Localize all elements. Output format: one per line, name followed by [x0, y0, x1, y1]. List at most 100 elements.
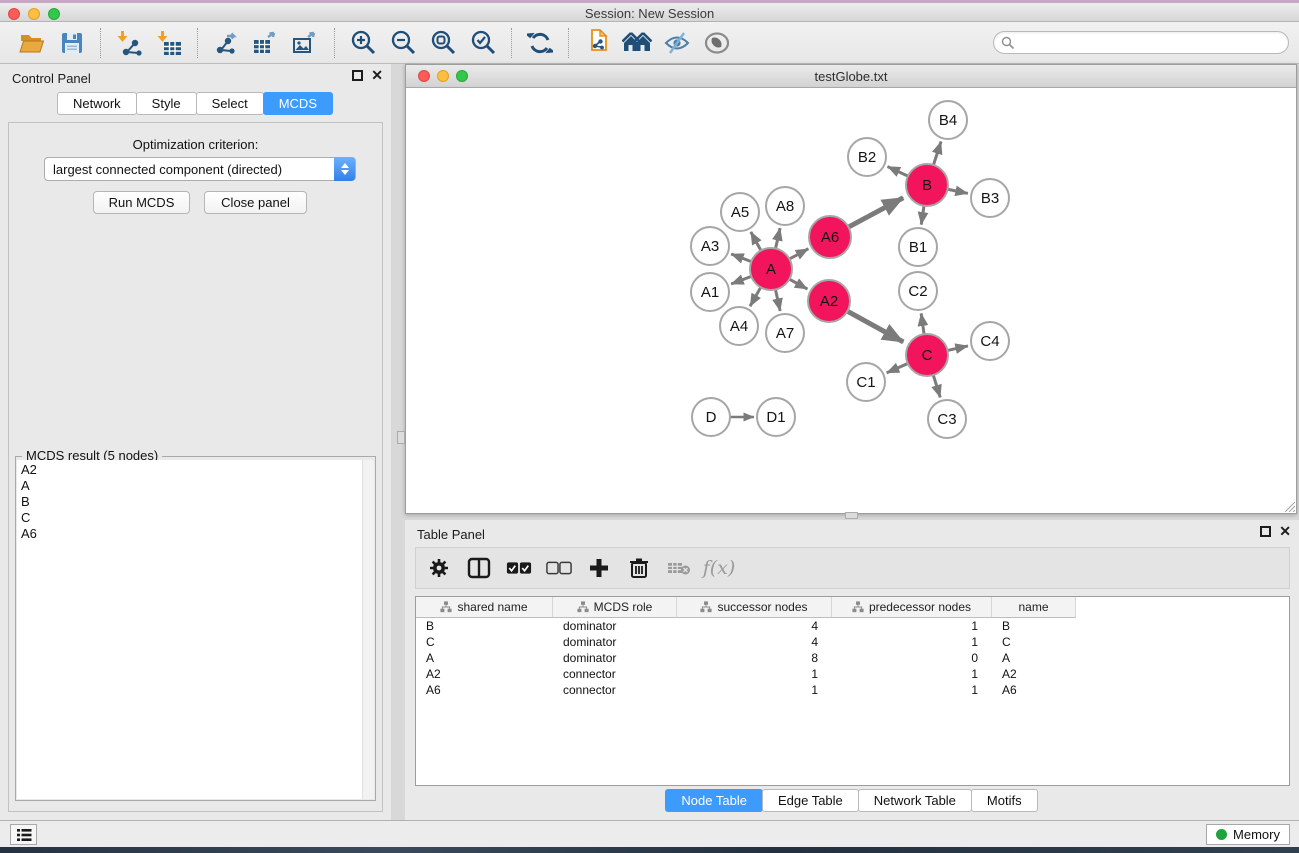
table-cell[interactable]: 1 [832, 682, 992, 698]
table-cell[interactable]: 4 [677, 634, 832, 650]
graph-edge-C-C1[interactable] [887, 363, 908, 372]
settings-gear-icon[interactable] [426, 555, 452, 581]
graph-edge-A-A6[interactable] [789, 249, 808, 259]
table-cell[interactable]: C [416, 634, 553, 650]
table-cell[interactable]: connector [553, 666, 677, 682]
toggle-column-view-icon[interactable] [466, 555, 492, 581]
import-network-icon[interactable] [114, 28, 144, 58]
save-session-icon[interactable] [57, 28, 87, 58]
column-header-successor-nodes[interactable]: successor nodes [677, 597, 832, 618]
table-cell[interactable]: A2 [416, 666, 553, 682]
export-image-icon[interactable] [291, 28, 321, 58]
graph-edge-A-A4[interactable] [750, 287, 761, 306]
result-list-scrollbar[interactable] [362, 460, 374, 799]
zoom-selected-icon[interactable] [468, 28, 498, 58]
table-row[interactable]: A6connector11A6 [416, 682, 1289, 698]
delete-columns-icon[interactable] [626, 555, 652, 581]
add-column-icon[interactable] [586, 555, 612, 581]
refresh-view-icon[interactable] [525, 28, 555, 58]
graph-edge-A6-B[interactable] [849, 198, 904, 227]
graph-edge-A-A8[interactable] [776, 228, 781, 248]
table-row[interactable]: A2connector11A2 [416, 666, 1289, 682]
graph-edge-C-C2[interactable] [921, 313, 924, 334]
float-panel-icon[interactable] [352, 70, 363, 81]
table-cell[interactable]: 1 [832, 634, 992, 650]
tab-edge-table[interactable]: Edge Table [762, 789, 859, 812]
table-cell[interactable]: A2 [992, 666, 1076, 682]
select-all-checkboxes-icon[interactable] [506, 555, 532, 581]
graph-edge-A-A2[interactable] [789, 279, 807, 289]
result-item[interactable]: B [21, 494, 362, 510]
graph-edge-C-C4[interactable] [947, 346, 967, 351]
graph-edge-A-A5[interactable] [751, 232, 761, 251]
graph-edge-C-C3[interactable] [933, 375, 940, 397]
network-window-titlebar[interactable]: testGlobe.txt [406, 65, 1296, 88]
table-cell[interactable]: 0 [832, 650, 992, 666]
float-table-panel-icon[interactable] [1260, 526, 1271, 537]
table-cell[interactable]: A6 [416, 682, 553, 698]
column-header-name[interactable]: name [992, 597, 1076, 618]
table-row[interactable]: Bdominator41B [416, 618, 1289, 634]
export-table-icon[interactable] [251, 28, 281, 58]
graph-edge-A2-C[interactable] [847, 311, 903, 342]
vertical-split-handle[interactable] [397, 431, 405, 444]
column-header-predecessor-nodes[interactable]: predecessor nodes [832, 597, 992, 618]
table-cell[interactable]: A [416, 650, 553, 666]
open-file-icon[interactable] [17, 28, 47, 58]
graph-edge-B-B2[interactable] [887, 167, 907, 177]
tab-style[interactable]: Style [136, 92, 197, 115]
result-item[interactable]: A6 [21, 526, 362, 542]
home-browser-icon[interactable] [622, 28, 652, 58]
table-cell[interactable]: 4 [677, 618, 832, 634]
graph-edge-A-A1[interactable] [731, 276, 751, 284]
column-header-shared-name[interactable]: shared name [416, 597, 553, 618]
column-header-MCDS-role[interactable]: MCDS role [553, 597, 677, 618]
tab-network-table[interactable]: Network Table [858, 789, 972, 812]
table-row[interactable]: Adominator80A [416, 650, 1289, 666]
resize-grip-icon[interactable] [1282, 499, 1295, 512]
table-cell[interactable]: B [416, 618, 553, 634]
horizontal-split-handle[interactable] [845, 512, 858, 519]
table-cell[interactable]: 8 [677, 650, 832, 666]
tab-motifs[interactable]: Motifs [971, 789, 1038, 812]
search-input[interactable] [1015, 36, 1288, 50]
graph-edge-B-B4[interactable] [933, 142, 941, 166]
import-table-icon[interactable] [154, 28, 184, 58]
tab-mcds[interactable]: MCDS [263, 92, 333, 115]
graph-edge-A-A3[interactable] [731, 254, 751, 262]
close-panel-button[interactable]: Close panel [204, 191, 307, 214]
table-cell[interactable]: B [992, 618, 1076, 634]
table-cell[interactable]: dominator [553, 618, 677, 634]
network-canvas[interactable]: B4B2BB3A5A8A6A3AB1A1A2C2A4A7C4CC1C3DD1 [406, 88, 1296, 513]
graph-edge-B-B1[interactable] [921, 206, 924, 225]
run-mcds-button[interactable]: Run MCDS [93, 191, 190, 214]
table-cell[interactable]: 1 [832, 666, 992, 682]
table-row[interactable]: Cdominator41C [416, 634, 1289, 650]
graph-edge-B-B3[interactable] [948, 189, 968, 193]
table-cell[interactable]: dominator [553, 650, 677, 666]
result-item[interactable]: A2 [21, 462, 362, 478]
tab-select[interactable]: Select [196, 92, 264, 115]
zoom-in-icon[interactable] [348, 28, 378, 58]
table-cell[interactable]: connector [553, 682, 677, 698]
tab-node-table[interactable]: Node Table [665, 789, 763, 812]
zoom-fit-icon[interactable] [428, 28, 458, 58]
mcds-result-list[interactable]: A2ABCA6 [17, 460, 362, 799]
table-cell[interactable]: 1 [832, 618, 992, 634]
zoom-out-icon[interactable] [388, 28, 418, 58]
memory-button[interactable]: Memory [1206, 824, 1290, 845]
table-cell[interactable]: dominator [553, 634, 677, 650]
close-table-panel-icon[interactable]: ✕ [1279, 526, 1291, 537]
criterion-dropdown[interactable]: largest connected component (directed) [44, 157, 356, 181]
graph-edge-A-A7[interactable] [775, 290, 780, 311]
ui-options-button[interactable] [10, 824, 37, 845]
table-cell[interactable]: 1 [677, 682, 832, 698]
close-panel-icon[interactable]: ✕ [371, 70, 383, 81]
result-item[interactable]: C [21, 510, 362, 526]
export-network-icon[interactable] [211, 28, 241, 58]
node-table[interactable]: shared nameMCDS rolesuccessor nodesprede… [415, 596, 1290, 786]
search-field[interactable] [993, 31, 1289, 54]
hide-graphics-details-icon[interactable] [662, 28, 692, 58]
deselect-all-checkboxes-icon[interactable] [546, 555, 572, 581]
show-graphics-details-icon[interactable] [702, 28, 732, 58]
